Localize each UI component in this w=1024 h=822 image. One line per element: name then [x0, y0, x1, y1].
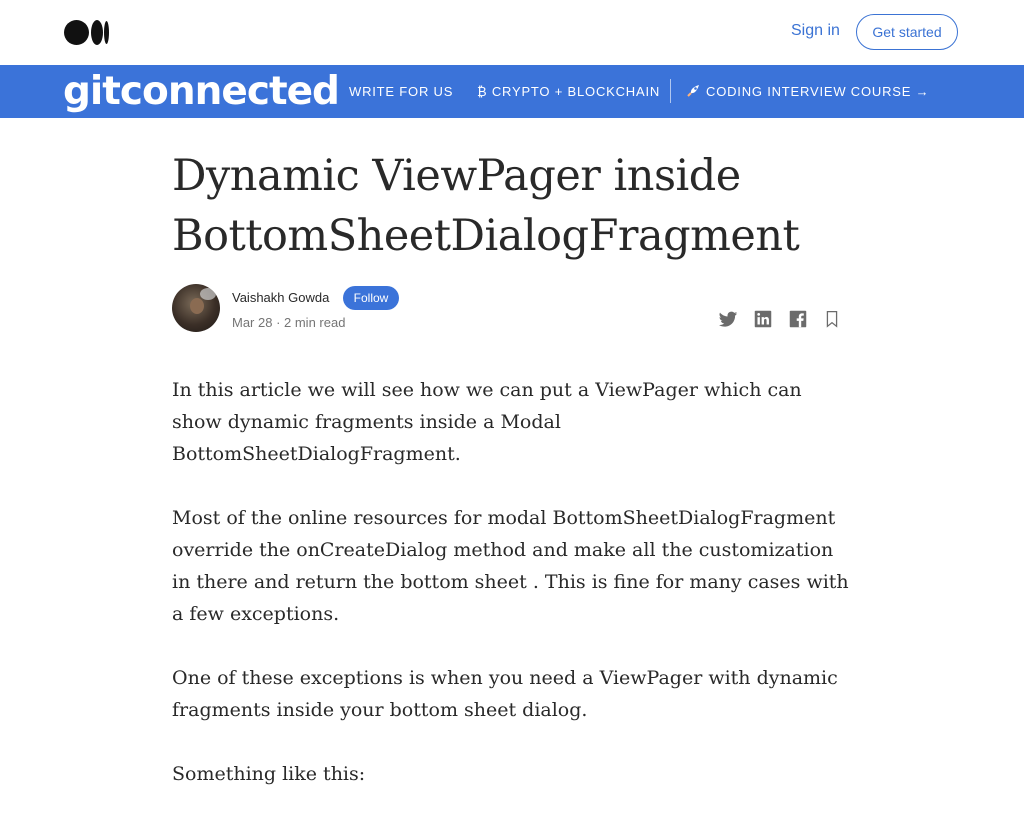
author-name[interactable]: Vaishakh Gowda [232, 290, 329, 305]
paragraph: In this article we will see how we can p… [172, 379, 802, 465]
author-block: Vaishakh Gowda Follow Mar 28 · 2 min rea… [172, 284, 852, 334]
nav-write-for-us[interactable]: WRITE FOR US [349, 84, 453, 99]
post-meta: Mar 28 · 2 min read [232, 315, 346, 330]
top-header: Sign in Get started [0, 0, 1024, 65]
avatar[interactable] [172, 284, 220, 332]
medium-logo-icon[interactable] [64, 20, 110, 45]
title-line-2: BottomSheetDialogFragment [172, 211, 800, 261]
rocket-icon [687, 85, 699, 97]
title-line-1: Dynamic ViewPager inside [172, 151, 741, 201]
bookmark-icon[interactable] [821, 308, 843, 330]
publication-navbar: gitconnected WRITE FOR US ₿ CRYPTO + BLO… [0, 65, 1024, 118]
get-started-button[interactable]: Get started [856, 14, 958, 50]
paragraph: One of these exceptions is when you need… [172, 667, 838, 721]
twitter-icon[interactable] [717, 308, 739, 330]
sign-in-link[interactable]: Sign in [791, 22, 840, 40]
article-title: Dynamic ViewPager inside BottomSheetDial… [172, 146, 852, 266]
linkedin-icon[interactable] [752, 308, 774, 330]
nav-coding-interview-course[interactable]: CODING INTERVIEW COURSE → [686, 84, 929, 99]
article-body: In this article we will see how we can p… [172, 374, 852, 822]
paragraph: Something like this: [172, 763, 366, 785]
publication-logo[interactable]: gitconnected [63, 69, 340, 114]
article-header: Dynamic ViewPager inside BottomSheetDial… [172, 146, 852, 266]
paragraph: Most of the online resources for modal B… [172, 507, 849, 625]
nav-coding-label: CODING INTERVIEW COURSE → [706, 84, 930, 99]
facebook-icon[interactable] [787, 308, 809, 330]
nav-crypto-blockchain[interactable]: ₿ CRYPTO + BLOCKCHAIN [477, 84, 660, 99]
nav-divider [670, 79, 671, 103]
follow-button[interactable]: Follow [343, 286, 399, 310]
